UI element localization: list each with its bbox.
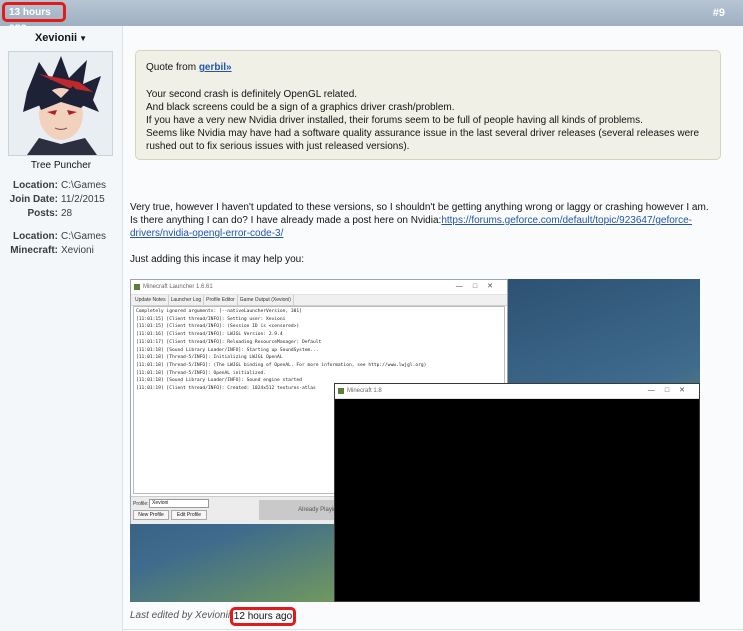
minecraft-icon bbox=[338, 388, 344, 394]
post-time[interactable]: 13 hours ago bbox=[2, 2, 66, 33]
game-title: Minecraft 1.8 bbox=[347, 388, 382, 394]
user-sidebar: Xevionii ▼ Tree Puncher Location: C:\Game… bbox=[0, 26, 123, 631]
quote-line: Seems like Nvidia may have had a softwar… bbox=[146, 128, 700, 152]
attached-screenshot[interactable]: Minecraft Launcher 1.6.61 —□✕ Update Not… bbox=[130, 279, 700, 602]
game-window: Minecraft 1.8 —□✕ bbox=[334, 383, 700, 602]
username: Xevionii bbox=[34, 32, 78, 44]
username-menu[interactable]: Xevionii ▼ bbox=[0, 32, 122, 44]
minecraft-icon bbox=[134, 284, 140, 290]
launcher-tab: Launcher Log bbox=[169, 295, 205, 305]
launcher-tab: Game Output (Xevioni) bbox=[238, 295, 294, 305]
avatar[interactable] bbox=[8, 51, 113, 156]
divider bbox=[123, 629, 743, 630]
edited-by: Last edited by Xevionii bbox=[130, 610, 231, 621]
edit-time[interactable]: 12 hours ago bbox=[230, 607, 296, 626]
window-controls-icon: —□✕ bbox=[455, 283, 503, 290]
post-header: 13 hours ago #9 bbox=[0, 0, 743, 33]
edit-footer: Last edited by Xevionii 12 hours ago bbox=[130, 607, 730, 626]
user-rank: Tree Puncher bbox=[30, 160, 92, 171]
new-profile-button: New Profile bbox=[133, 510, 169, 520]
body-paragraph: Just adding this incase it may help you: bbox=[130, 254, 304, 265]
launcher-tab: Profile Editor bbox=[204, 295, 238, 305]
quote-line: Your second crash is definitely OpenGL r… bbox=[146, 89, 358, 100]
quote-author-link[interactable]: gerbil» bbox=[199, 62, 232, 73]
body-paragraph: Very true, however I haven't updated to … bbox=[130, 202, 709, 213]
launcher-tab: Update Notes bbox=[133, 295, 169, 305]
post-number[interactable]: #9 bbox=[713, 7, 725, 19]
quote-line: And black screens could be a sign of a g… bbox=[146, 102, 455, 113]
quote-header: Quote from gerbil» bbox=[146, 62, 232, 73]
edit-profile-button: Edit Profile bbox=[171, 510, 207, 520]
chevron-down-icon: ▼ bbox=[79, 34, 88, 43]
launcher-tabs: Update Notes Launcher Log Profile Editor Ga… bbox=[131, 295, 507, 306]
profile-select: Xevioni bbox=[149, 499, 209, 508]
launcher-title: Minecraft Launcher 1.6.61 bbox=[143, 284, 213, 290]
window-controls-icon: —□✕ bbox=[647, 387, 695, 394]
quote-block: Quote from gerbil» Your second crash is … bbox=[135, 50, 721, 160]
post-body: Very true, however I haven't updated to … bbox=[130, 201, 730, 266]
post-content: Quote from gerbil» Your second crash is … bbox=[123, 26, 743, 631]
quote-line: If you have a very new Nvidia driver ins… bbox=[146, 115, 643, 126]
body-paragraph: Is there anything I can do? I have alrea… bbox=[130, 215, 693, 239]
